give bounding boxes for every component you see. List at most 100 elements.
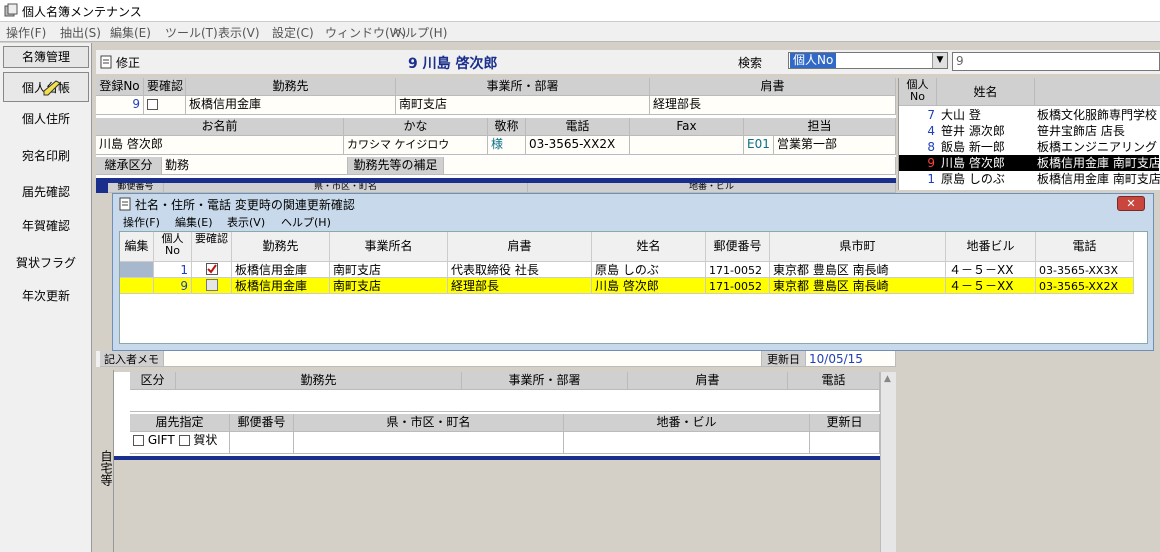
home-addr-field[interactable] [564, 432, 810, 454]
home-header-phone: 電話 [788, 372, 880, 390]
related-update-dialog: 社名・住所・電話 変更時の関連更新確認 ✕ 操作(F) 編集(E) 表示(V) … [112, 193, 1154, 351]
honorific-field[interactable]: 様 [488, 136, 526, 155]
name-field[interactable]: 川島 啓次郎 [96, 136, 344, 155]
reg-no-value[interactable]: 9 [96, 96, 144, 115]
row-company: 板橋信用金庫 [232, 278, 330, 294]
list-item-name: 大山 登 [941, 108, 981, 122]
fax-field[interactable] [630, 136, 744, 155]
header-reg-no: 登録No [96, 78, 144, 96]
scroll-up-icon[interactable]: ▲ [884, 374, 891, 384]
succession-field[interactable]: 勤務 [162, 157, 348, 175]
list-item-no: 4 [927, 124, 935, 138]
home-header-pref: 県・市区・町名 [294, 414, 564, 432]
sidebar-item-label: 年次更新 [21, 289, 70, 303]
list-item[interactable]: 4 笹井 源次郎 笹井宝飾店 店長 [899, 123, 1159, 139]
header-phone: 電話 [526, 118, 630, 136]
staff-name-field[interactable]: 営業第一部 [774, 136, 896, 155]
list-item-company: 板橋信用金庫 南町支店 [1037, 172, 1160, 186]
col-name: 姓名 [592, 232, 706, 262]
needs-check-checkbox[interactable] [192, 262, 232, 278]
sidebar-item-label: 個人住所 [21, 112, 70, 126]
dialog-menu-operation[interactable]: 操作(F) [123, 214, 160, 230]
list-item-company: 笹井宝飾店 店長 [1037, 124, 1125, 138]
search-field-select[interactable]: 個人No ▼ [788, 52, 948, 69]
title-field[interactable]: 経理部長 [650, 96, 896, 115]
staff-code-field[interactable]: E01 [744, 136, 774, 155]
menu-tools[interactable]: ツール(T) [165, 24, 218, 41]
menu-settings[interactable]: 設定(C) [272, 24, 314, 41]
needs-check-checkbox[interactable] [144, 96, 186, 115]
close-icon[interactable]: ✕ [1117, 196, 1145, 211]
menu-view[interactable]: 表示(V) [218, 24, 260, 41]
row-title: 経理部長 [448, 278, 592, 294]
list-item-company: 板橋エンジニアリング [1037, 140, 1158, 154]
memo-field[interactable] [164, 351, 762, 367]
kana-field[interactable]: カワシマ ケイジロウ [344, 136, 488, 155]
menu-operation[interactable]: 操作(F) [6, 24, 46, 41]
row-person-no: 9 [154, 278, 192, 294]
row-office: 南町支店 [330, 262, 448, 278]
sidebar-item-annual-update[interactable]: 年次更新 [3, 281, 89, 311]
list-item-selected[interactable]: 9 川島 啓次郎 板橋信用金庫 南町支店 [899, 155, 1160, 171]
row-company: 板橋信用金庫 [232, 262, 330, 278]
home-header-category: 区分 [130, 372, 176, 390]
menu-bar: 操作(F) 抽出(S) 編集(E) ツール(T) 表示(V) 設定(C) ウィン… [0, 22, 1160, 42]
home-side-tab[interactable]: 自宅等 [96, 370, 114, 552]
sidebar-item-personal-address[interactable]: 個人住所 [3, 104, 89, 134]
greeting-checkbox[interactable] [178, 435, 190, 446]
row-name: 川島 啓次郎 [592, 278, 706, 294]
sidebar-item-label-print[interactable]: 宛名印刷 [3, 141, 89, 171]
sidebar-item-label: 賀状フラグ [15, 256, 76, 270]
home-form: 区分 勤務先 事業所・部署 肩書 電話 届先指定 郵便番号 県・市区・町名 地番… [114, 372, 880, 458]
dialog-menu-help[interactable]: ヘルプ(H) [281, 214, 331, 230]
sidebar-header[interactable]: 名簿管理 [3, 46, 89, 68]
home-header-addr: 地番・ビル [564, 414, 810, 432]
menu-extract[interactable]: 抽出(S) [60, 24, 101, 41]
header-staff: 担当 [744, 118, 896, 136]
sidebar-item-newyear-check[interactable]: 年賀確認 [3, 211, 89, 241]
sidebar-item-delivery-check[interactable]: 届先確認 [3, 177, 89, 207]
table-row-highlighted[interactable]: 9 板橋信用金庫 南町支店 経理部長 川島 啓次郎 171-0052 東京都 豊… [120, 278, 1134, 294]
table-row[interactable]: 1 板橋信用金庫 南町支店 代表取締役 社長 原島 しのぶ 171-0052 東… [120, 262, 1134, 278]
chevron-down-icon[interactable]: ▼ [932, 53, 947, 68]
home-pref-field[interactable] [294, 432, 564, 454]
menu-help[interactable]: ヘルプ(H) [393, 24, 447, 41]
header-name: お名前 [96, 118, 344, 136]
dialog-menu-edit[interactable]: 編集(E) [175, 214, 213, 230]
record-title: 9 川島 啓次郎 [408, 56, 498, 72]
list-item[interactable]: 7 大山 登 板橋文化服飾専門学校 [899, 107, 1159, 123]
home-row1-fields[interactable] [130, 390, 880, 412]
sidebar-item-label: 宛名印刷 [21, 149, 70, 163]
sidebar-item-card-flag[interactable]: 賀状フラグ [3, 248, 89, 278]
document-icon [100, 55, 112, 69]
branch-field[interactable]: 南町支店 [396, 96, 650, 115]
list-item-no: 7 [927, 108, 935, 122]
list-item[interactable]: 8 飯島 新一郎 板橋エンジニアリング [899, 139, 1159, 155]
pref-header: 県・市区・町名 [164, 183, 528, 193]
home-zip-field[interactable] [230, 432, 294, 454]
delivery-options: GIFT 賀状 [130, 432, 230, 454]
home-header-updated: 更新日 [810, 414, 880, 432]
search-label: 検索 [738, 56, 763, 70]
needs-check-checkbox[interactable] [192, 278, 232, 294]
col-pref: 県市町 [770, 232, 946, 262]
home-scrollbar[interactable]: ▲ [880, 372, 896, 552]
edit-marker [120, 262, 154, 278]
list-item-name: 飯島 新一郎 [941, 140, 1005, 154]
search-input[interactable]: 9 [952, 52, 1160, 71]
row-addr: ４－５－XX [946, 262, 1036, 278]
company-field[interactable]: 板橋信用金庫 [186, 96, 396, 115]
zip-header: 郵便番号 [108, 183, 164, 193]
list-item[interactable]: 1 原島 しのぶ 板橋信用金庫 南町支店 [899, 171, 1160, 187]
list-item-name: 川島 啓次郎 [941, 156, 1005, 170]
menu-edit[interactable]: 編集(E) [110, 24, 151, 41]
dialog-menu-view[interactable]: 表示(V) [227, 214, 265, 230]
row-zip: 171-0052 [706, 262, 770, 278]
updated-label: 更新日 [762, 351, 806, 367]
gift-checkbox[interactable] [133, 435, 144, 446]
col-title: 肩書 [448, 232, 592, 262]
sidebar-item-personal-ledger[interactable]: 個人台帳 [3, 72, 89, 102]
phone-field[interactable]: 03-3565-XX2X [526, 136, 630, 155]
supplement-field[interactable] [444, 157, 896, 175]
home-divider [114, 456, 880, 460]
